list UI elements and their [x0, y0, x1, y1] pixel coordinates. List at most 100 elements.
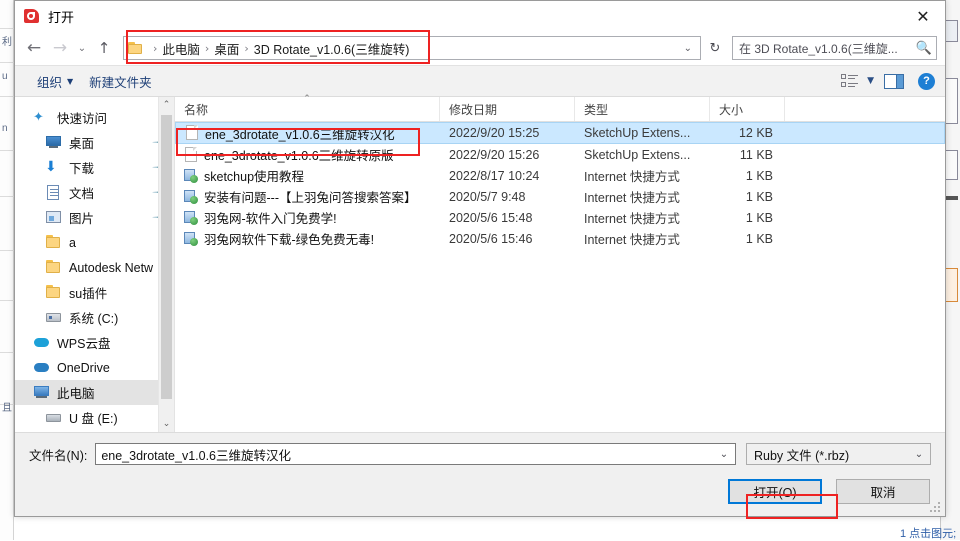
scrollbar-thumb[interactable] [161, 115, 172, 399]
cell-size: 12 KB [710, 126, 785, 140]
url-shortcut-icon [184, 210, 198, 226]
sidebar-item-label: a [69, 236, 76, 250]
sidebar-item-label: 文档 [69, 183, 94, 202]
table-row[interactable]: ene_3drotate_v1.0.6三维旋转汉化2022/9/20 15:25… [175, 122, 945, 144]
sidebar-item-10[interactable]: OneDrive [15, 355, 174, 380]
filename-label: 文件名(N): [29, 445, 87, 464]
column-header-name-label: 名称 [184, 101, 208, 118]
resize-grip[interactable] [930, 502, 942, 514]
file-name-label: ene_3drotate_v1.0.6三维旋转汉化 [205, 124, 395, 143]
rbz-file-icon [184, 147, 198, 163]
cell-type: Internet 快捷方式 [575, 208, 710, 227]
sidebar-item-5[interactable]: a [15, 230, 174, 255]
organize-button[interactable]: 组织 ▼ [29, 69, 81, 94]
folder-icon [45, 260, 62, 275]
file-name-label: sketchup使用教程 [204, 166, 304, 185]
cell-date: 2020/5/7 9:48 [440, 190, 575, 204]
sidebar-item-12[interactable]: U 盘 (E:) [15, 405, 174, 430]
sidebar-item-9[interactable]: WPS云盘 [15, 330, 174, 355]
table-row[interactable]: 安装有问题---【上羽兔问答搜索答案】2020/5/7 9:48Internet… [175, 186, 945, 207]
view-layout-icon[interactable] [839, 71, 861, 91]
cell-size: 1 KB [710, 169, 785, 183]
column-header-date[interactable]: 修改日期 [440, 97, 575, 121]
sidebar-item-7[interactable]: su插件 [15, 280, 174, 305]
cell-size: 1 KB [710, 211, 785, 225]
navigation-sidebar: ✦快速访问桌面📌⬇下载📌文档📌图片📌 a Autodesk Netw su插件系统 (… [15, 97, 175, 432]
filetype-select[interactable]: Ruby 文件 (*.rbz) ⌄ [746, 443, 931, 465]
cell-date: 2022/9/20 15:26 [440, 148, 575, 162]
sidebar-item-0[interactable]: ✦快速访问 [15, 105, 174, 130]
url-shortcut-icon [184, 231, 198, 247]
sidebar-item-1[interactable]: 桌面📌 [15, 130, 174, 155]
background-glyph: n [2, 124, 8, 134]
cancel-button[interactable]: 取消 [836, 479, 930, 504]
sidebar-item-label: 图片 [69, 208, 94, 227]
chevron-down-icon: ▼ [67, 77, 73, 86]
view-options-chevron-icon[interactable]: ▼ [865, 76, 880, 86]
up-icon[interactable]: ↑ [91, 35, 117, 61]
cloud-onedrive-icon [33, 360, 50, 375]
chevron-down-icon[interactable]: ⌄ [715, 449, 733, 460]
cell-date: 2020/5/6 15:46 [440, 232, 575, 246]
preview-pane-icon[interactable] [884, 74, 904, 89]
new-folder-button[interactable]: 新建文件夹 [81, 69, 160, 94]
cell-type: Internet 快捷方式 [575, 187, 710, 206]
sidebar-item-label: Autodesk Netw [69, 261, 153, 275]
breadcrumb[interactable]: › 此电脑 › 桌面 › 3D Rotate_v1.0.6(三维旋转) ⌄ [123, 36, 701, 60]
filename-value: ene_3drotate_v1.0.6三维旋转汉化 [101, 445, 715, 464]
cell-type: SketchUp Extens... [575, 126, 710, 140]
column-header-type[interactable]: 类型 [575, 97, 710, 121]
close-icon[interactable]: ✕ [901, 1, 945, 31]
refresh-icon[interactable]: ↻ [704, 36, 726, 60]
sidebar-item-label: 桌面 [69, 133, 94, 152]
breadcrumb-dropdown-icon[interactable]: ⌄ [678, 43, 698, 54]
pictures-icon [45, 210, 62, 225]
scroll-up-icon[interactable]: ⌃ [159, 97, 174, 113]
back-icon[interactable]: ← [21, 35, 47, 61]
sidebar-item-label: WPS云盘 [57, 333, 110, 352]
column-header-size[interactable]: 大小 [710, 97, 785, 121]
column-header-name[interactable]: ⌃ 名称 [175, 97, 440, 121]
dialog-body: ✦快速访问桌面📌⬇下载📌文档📌图片📌 a Autodesk Netw su插件系统 (… [15, 97, 945, 432]
file-name-label: 羽兔网软件下载-绿色免费无毒! [204, 229, 374, 248]
sidebar-item-label: OneDrive [57, 361, 110, 375]
recent-locations-icon[interactable]: ⌄ [73, 35, 91, 61]
table-row[interactable]: 羽兔网软件下载-绿色免费无毒!2020/5/6 15:46Internet 快捷… [175, 228, 945, 249]
filename-input[interactable]: ene_3drotate_v1.0.6三维旋转汉化 ⌄ [95, 443, 736, 465]
column-header-type-label: 类型 [584, 101, 608, 118]
table-row[interactable]: sketchup使用教程2022/8/17 10:24Internet 快捷方式… [175, 165, 945, 186]
cell-date: 2020/5/6 15:48 [440, 211, 575, 225]
breadcrumb-item-desktop[interactable]: 桌面 [214, 39, 239, 58]
download-icon: ⬇ [45, 160, 62, 175]
search-input[interactable]: 在 3D Rotate_v1.0.6(三维旋... 🔍 [732, 36, 937, 60]
desktop-icon [45, 135, 62, 150]
table-row[interactable]: 羽兔网-软件入门免费学!2020/5/6 15:48Internet 快捷方式1… [175, 207, 945, 228]
breadcrumb-item-this-pc[interactable]: 此电脑 [162, 39, 200, 58]
sidebar-scrollbar[interactable]: ⌃ ⌄ [158, 97, 174, 432]
search-text: 在 3D Rotate_v1.0.6(三维旋... [739, 40, 916, 57]
url-shortcut-icon [184, 168, 198, 184]
command-bar-right: ▼ ? [839, 71, 935, 91]
cell-name: 羽兔网-软件入门免费学! [175, 208, 440, 227]
sidebar-item-4[interactable]: 图片📌 [15, 205, 174, 230]
sidebar-item-2[interactable]: ⬇下载📌 [15, 155, 174, 180]
help-icon[interactable]: ? [918, 73, 935, 90]
new-folder-label: 新建文件夹 [89, 72, 152, 91]
sidebar-item-11[interactable]: 此电脑 [15, 380, 174, 405]
sidebar-item-label: 快速访问 [57, 108, 107, 127]
open-button[interactable]: 打开(O) [728, 479, 822, 504]
filename-row: 文件名(N): ene_3drotate_v1.0.6三维旋转汉化 ⌄ Ruby… [29, 443, 931, 465]
cell-type: SketchUp Extens... [575, 148, 710, 162]
sidebar-item-3[interactable]: 文档📌 [15, 180, 174, 205]
folder-icon [45, 235, 62, 250]
breadcrumb-item-current-folder[interactable]: 3D Rotate_v1.0.6(三维旋转) [254, 39, 410, 58]
forward-icon[interactable]: → [47, 35, 73, 61]
cell-size: 11 KB [710, 148, 785, 162]
cell-size: 1 KB [710, 190, 785, 204]
scroll-down-icon[interactable]: ⌄ [159, 416, 174, 432]
cell-date: 2022/8/17 10:24 [440, 169, 575, 183]
navigation-bar: ← → ⌄ ↑ › 此电脑 › 桌面 › 3D Rotate_v1.0.6(三维… [15, 31, 945, 65]
sidebar-item-6[interactable]: Autodesk Netw [15, 255, 174, 280]
table-row[interactable]: ene_3drotate_v1.0.6三维旋转原版2022/9/20 15:26… [175, 144, 945, 165]
sidebar-item-8[interactable]: 系统 (C:) [15, 305, 174, 330]
